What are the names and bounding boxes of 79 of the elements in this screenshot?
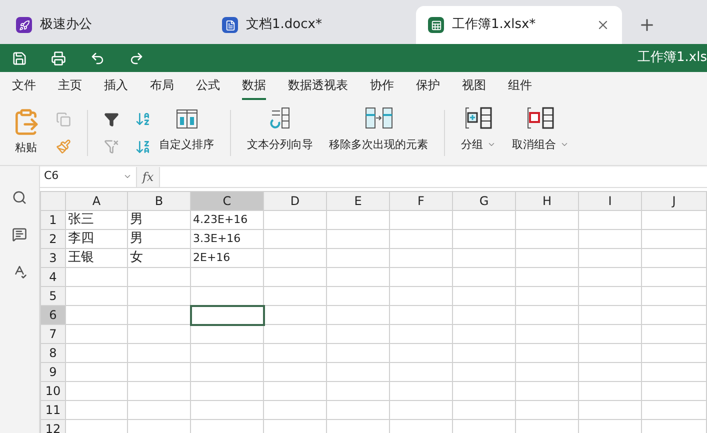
document-tab[interactable]: 工作簿1.xlsx* <box>416 6 622 44</box>
row-header[interactable]: 4 <box>40 268 66 286</box>
menu-tab[interactable]: 插入 <box>104 72 128 100</box>
column-header[interactable]: I <box>578 192 642 210</box>
save-icon[interactable] <box>12 50 27 66</box>
selected-cell[interactable] <box>190 306 264 324</box>
function-button[interactable]: fx <box>137 168 159 186</box>
menu-tab[interactable]: 视图 <box>462 72 486 100</box>
print-icon[interactable] <box>51 50 66 66</box>
filter-icon[interactable] <box>104 112 119 126</box>
group-icon[interactable] <box>464 106 492 128</box>
remove-duplicates-label[interactable]: 移除多次出现的元素 <box>329 136 428 153</box>
window-title: 工作簿1.xls <box>638 49 707 68</box>
row-header[interactable]: 1 <box>40 210 66 230</box>
text-to-columns-label[interactable]: 文本分列向导 <box>247 136 313 153</box>
row-header[interactable]: 10 <box>40 382 66 400</box>
menu-tab[interactable]: 布局 <box>150 72 174 100</box>
menu-tab[interactable]: 协作 <box>370 72 394 100</box>
cell-text: 2E+16 <box>193 251 230 264</box>
new-tab-icon[interactable] <box>638 16 656 34</box>
search-icon[interactable] <box>12 190 27 205</box>
close-icon[interactable] <box>596 18 610 32</box>
tab-label: 文档1.docx* <box>246 16 323 34</box>
group-dropdown[interactable]: 分组 <box>461 136 496 153</box>
caret-icon <box>123 172 132 181</box>
cell-text: 李四 <box>68 231 94 246</box>
document-tab[interactable]: 文档1.docx* <box>210 6 416 44</box>
column-header[interactable]: C <box>190 192 264 210</box>
cell-text: 4.23E+16 <box>193 213 248 226</box>
row-header[interactable]: 7 <box>40 324 66 344</box>
cell-text: 3.3E+16 <box>193 232 241 245</box>
name-box[interactable]: C6 <box>40 166 137 186</box>
column-header[interactable]: E <box>326 192 390 210</box>
spreadsheet-icon <box>428 17 444 33</box>
undo-icon[interactable] <box>90 50 105 66</box>
sort-descending-icon[interactable] <box>135 138 151 154</box>
row-header[interactable]: 8 <box>40 344 66 362</box>
ungroup-icon[interactable] <box>526 106 554 128</box>
spell-check-icon[interactable] <box>12 264 27 279</box>
row-header[interactable]: 6 <box>40 306 66 324</box>
document-tab[interactable]: 极速办公 <box>4 6 210 44</box>
row-header[interactable]: 3 <box>40 248 66 268</box>
row-header[interactable]: 12 <box>40 420 66 433</box>
column-header[interactable]: B <box>128 192 190 210</box>
row-header[interactable]: 9 <box>40 362 66 382</box>
tab-label: 工作簿1.xlsx* <box>452 16 537 34</box>
row-header[interactable]: 2 <box>40 230 66 248</box>
row-header[interactable]: 11 <box>40 400 66 420</box>
menu-tab[interactable]: 组件 <box>508 72 532 100</box>
column-header[interactable]: H <box>516 192 578 210</box>
sort-ascending-icon[interactable] <box>135 110 151 126</box>
remove-duplicates-icon[interactable] <box>364 106 392 128</box>
cell-text: 女 <box>130 250 143 265</box>
column-header[interactable]: G <box>452 192 516 210</box>
custom-sort-label[interactable]: 自定义排序 <box>159 136 214 153</box>
cell-text: 男 <box>130 212 143 227</box>
cell-text: 张三 <box>68 212 94 227</box>
menu-tab[interactable]: 公式 <box>196 72 220 100</box>
ungroup-dropdown[interactable]: 取消组合 <box>512 136 569 153</box>
row-header[interactable]: 5 <box>40 286 66 306</box>
menu-tab[interactable]: 主页 <box>58 72 82 100</box>
formula-input[interactable] <box>159 166 707 186</box>
column-header[interactable]: D <box>264 192 326 210</box>
redo-icon[interactable] <box>129 50 144 66</box>
document-icon <box>222 17 238 33</box>
custom-sort-icon[interactable] <box>176 108 198 128</box>
column-header[interactable]: F <box>390 192 452 210</box>
cell-text: 男 <box>130 231 143 246</box>
menu-tab[interactable]: 保护 <box>416 72 440 100</box>
column-header[interactable]: J <box>642 192 706 210</box>
paste-label[interactable]: 粘贴 <box>15 140 37 157</box>
text-to-columns-icon[interactable] <box>269 106 291 128</box>
cell-text: 王银 <box>68 250 94 265</box>
rocket-icon <box>16 17 32 33</box>
comment-icon[interactable] <box>12 227 27 242</box>
column-header[interactable]: A <box>66 192 128 210</box>
tab-label: 极速办公 <box>40 16 93 34</box>
menu-tab[interactable]: 数据透视表 <box>288 72 348 100</box>
menu-tab[interactable]: 文件 <box>12 72 36 100</box>
